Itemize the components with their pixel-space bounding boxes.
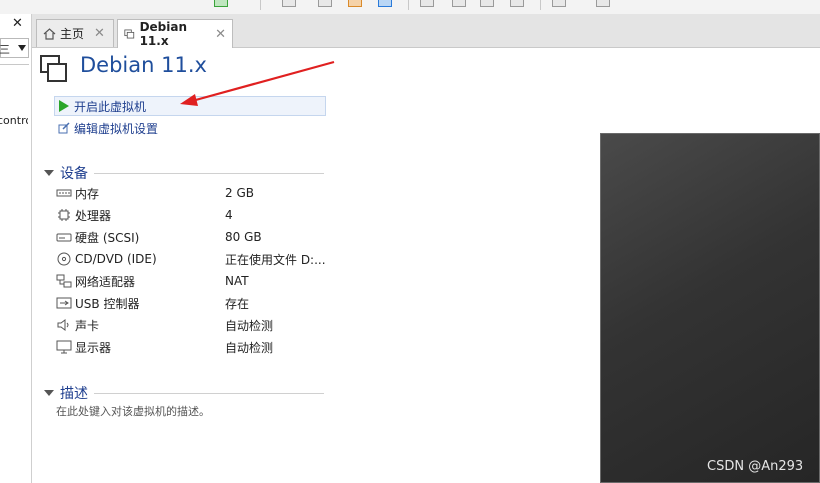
annotation-arrow <box>180 60 335 106</box>
